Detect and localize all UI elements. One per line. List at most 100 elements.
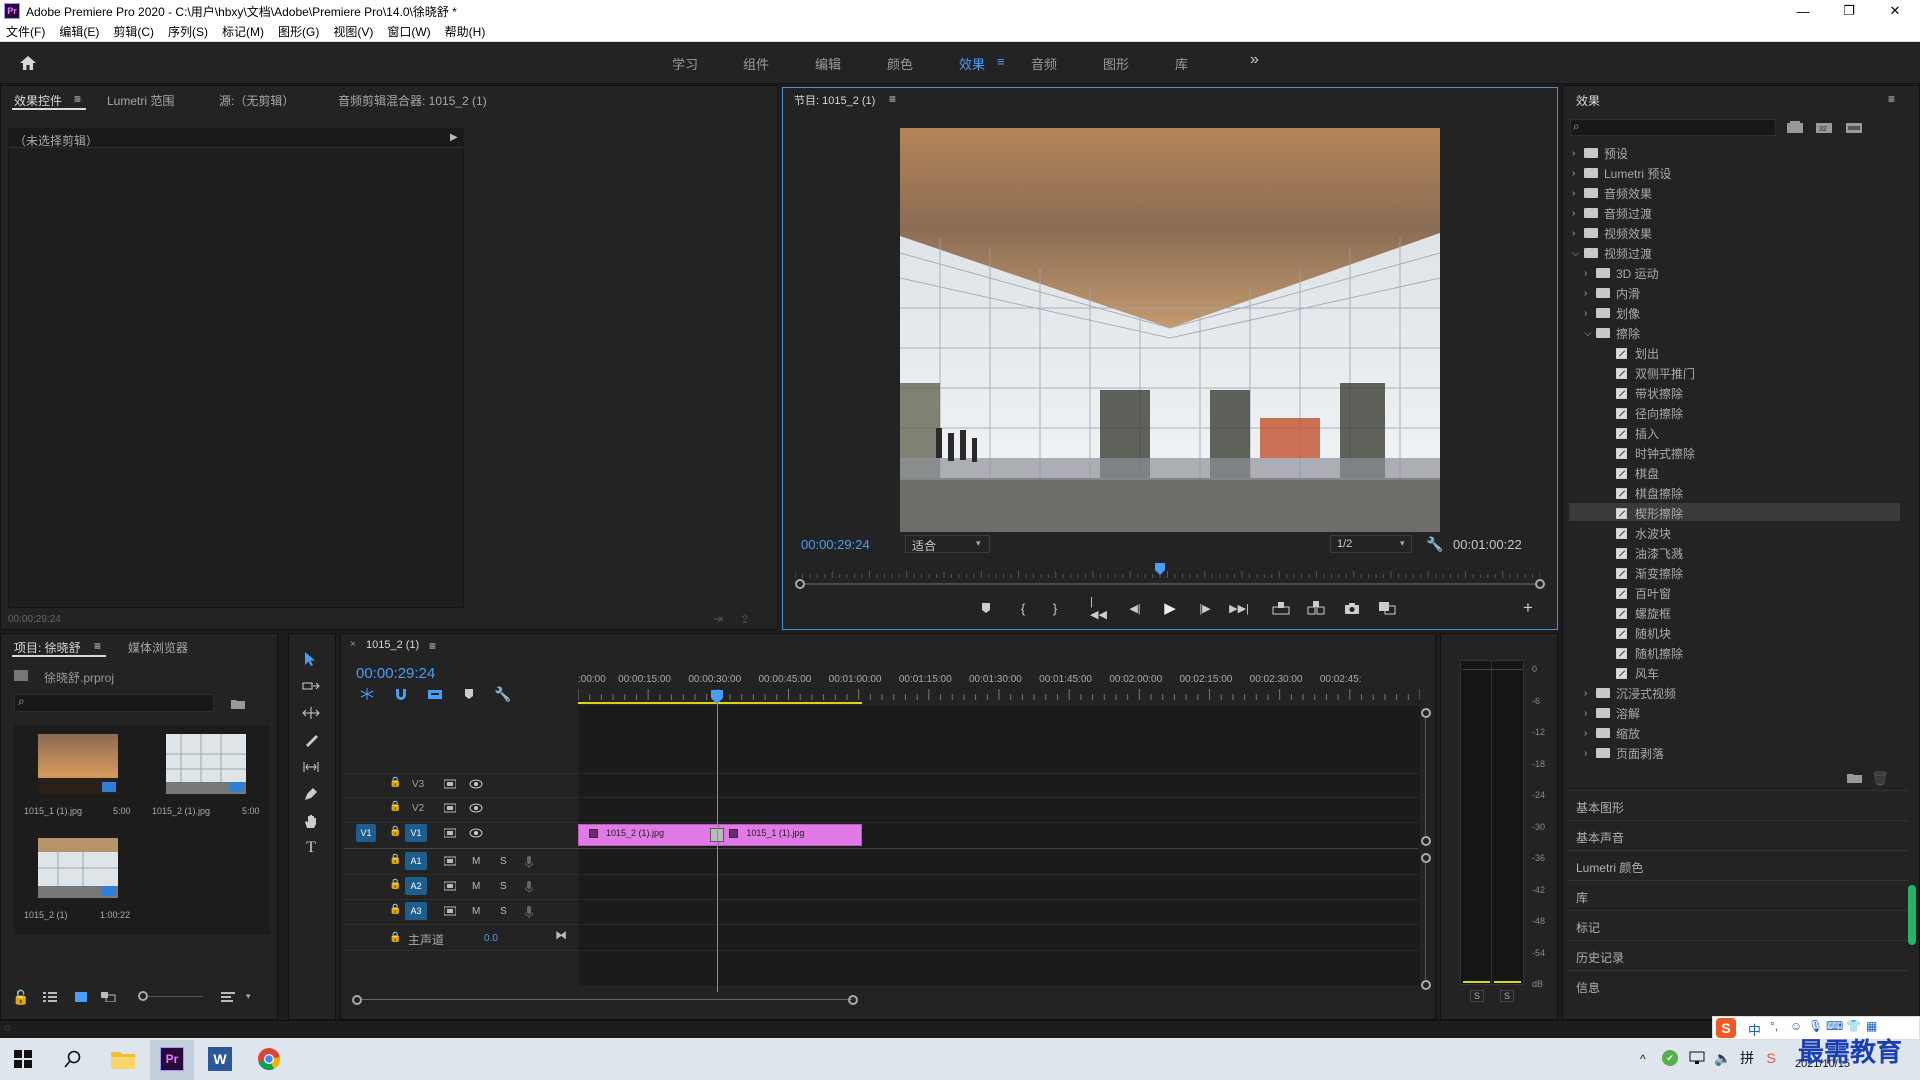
- zoom-slider-handle[interactable]: [138, 991, 148, 1001]
- workspace-tab-graphics[interactable]: 图形: [1103, 54, 1129, 73]
- effect-item[interactable]: 棋盘擦除: [1596, 483, 1683, 503]
- workspace-tab-editing[interactable]: 编辑: [815, 54, 841, 73]
- effect-folder[interactable]: › 视频效果: [1572, 223, 1652, 243]
- button-editor-plus-icon[interactable]: +: [1520, 598, 1536, 617]
- filter-icon[interactable]: ⇥: [713, 612, 723, 626]
- file-explorer-icon[interactable]: [110, 1046, 136, 1072]
- menu-help[interactable]: 帮助(H): [445, 23, 486, 40]
- horizontal-zoom-handle-right[interactable]: [848, 995, 858, 1005]
- chevron-down-icon[interactable]: ⌵: [1584, 328, 1596, 339]
- panel-libraries[interactable]: 库: [1576, 889, 1588, 906]
- mark-in-icon[interactable]: {: [1017, 600, 1029, 616]
- mute-button[interactable]: M: [472, 881, 480, 892]
- audio-zoom-handle-bottom[interactable]: [1421, 980, 1431, 990]
- insert-nest-icon[interactable]: [358, 686, 376, 702]
- selection-tool-icon[interactable]: [296, 648, 326, 670]
- mute-button[interactable]: M: [472, 856, 480, 867]
- chevron-right-icon[interactable]: ›: [1584, 748, 1596, 759]
- program-playhead[interactable]: [1155, 563, 1166, 575]
- lock-icon[interactable]: 🔒: [389, 904, 401, 915]
- panel-lumetri-color[interactable]: Lumetri 颜色: [1576, 859, 1643, 876]
- track-target-a3[interactable]: A3: [405, 902, 427, 920]
- effect-item[interactable]: 油漆飞溅: [1596, 543, 1683, 563]
- go-to-out-icon[interactable]: ▶▶|: [1229, 600, 1249, 616]
- effect-folder[interactable]: › 3D 运动: [1584, 263, 1659, 283]
- lock-icon[interactable]: 🔒: [389, 801, 401, 812]
- expand-arrow-icon[interactable]: ▶: [450, 132, 458, 143]
- effect-item[interactable]: 风车: [1596, 663, 1659, 683]
- menu-file[interactable]: 文件(F): [6, 23, 45, 40]
- workspace-tab-effects[interactable]: 效果: [959, 54, 985, 73]
- chevron-right-icon[interactable]: ›: [1572, 228, 1584, 239]
- master-volume-value[interactable]: 0.0: [484, 933, 498, 944]
- toggle-sync-lock-icon[interactable]: [442, 880, 458, 892]
- chevron-right-icon[interactable]: ›: [1572, 148, 1584, 159]
- slip-tool-icon[interactable]: [296, 756, 326, 778]
- effect-folder[interactable]: › 内滑: [1584, 283, 1640, 303]
- premiere-taskbar-icon[interactable]: Pr: [160, 1047, 184, 1071]
- program-timecode[interactable]: 00:00:29:24: [801, 537, 870, 552]
- effect-folder[interactable]: › 预设: [1572, 143, 1628, 163]
- chevron-right-icon[interactable]: ›: [1584, 708, 1596, 719]
- export-frame-camera-icon[interactable]: [1344, 600, 1360, 616]
- chevron-right-icon[interactable]: ›: [1584, 288, 1596, 299]
- sequence-thumbnail[interactable]: [38, 838, 118, 898]
- effect-item[interactable]: 划出: [1596, 343, 1659, 363]
- trash-icon[interactable]: 🗑: [1871, 770, 1889, 786]
- timeline-timecode[interactable]: 00:00:29:24: [356, 665, 435, 682]
- effect-item[interactable]: 随机块: [1596, 623, 1671, 643]
- timeline-clip[interactable]: 1015_2 (1).jpg: [578, 824, 719, 846]
- eye-icon[interactable]: [468, 827, 484, 839]
- chevron-right-icon[interactable]: ›: [1584, 268, 1596, 279]
- effect-folder[interactable]: › 页面剥落: [1584, 743, 1664, 763]
- horizontal-scroll-track[interactable]: [362, 999, 852, 1000]
- taskbar-search-icon[interactable]: [62, 1048, 84, 1070]
- ime-emoji-icon[interactable]: ☺: [1790, 1019, 1802, 1033]
- close-tab-icon[interactable]: ×: [350, 639, 356, 650]
- effect-folder[interactable]: ⌵ 擦除: [1584, 323, 1640, 343]
- clip-thumbnail-sunset[interactable]: [38, 734, 118, 794]
- vertical-zoom-handle-mid[interactable]: [1421, 836, 1431, 846]
- ime-keyboard-icon[interactable]: ⌨: [1826, 1019, 1843, 1033]
- ime-punctuation-icon[interactable]: °,: [1770, 1019, 1778, 1033]
- solo-left-button[interactable]: S: [1470, 990, 1485, 1002]
- effect-item[interactable]: 螺旋框: [1596, 603, 1671, 623]
- razor-tool-icon[interactable]: [296, 729, 326, 751]
- chevron-right-icon[interactable]: ›: [1584, 728, 1596, 739]
- solo-button[interactable]: S: [500, 856, 507, 867]
- tab-lumetri-scopes[interactable]: Lumetri 范围: [107, 92, 174, 109]
- volume-icon[interactable]: 🔈: [1714, 1050, 1732, 1066]
- new-bin-icon[interactable]: [1846, 770, 1864, 786]
- toggle-sync-lock-icon[interactable]: [442, 855, 458, 867]
- timeline-playhead[interactable]: [711, 690, 724, 704]
- chevron-right-icon[interactable]: ›: [1584, 308, 1596, 319]
- sogou-ime-icon[interactable]: S: [1716, 1018, 1736, 1038]
- effect-item[interactable]: 径向擦除: [1596, 403, 1683, 423]
- chrome-taskbar-icon[interactable]: [257, 1047, 281, 1071]
- sogou-tray-icon[interactable]: S: [1762, 1050, 1780, 1066]
- microphone-icon[interactable]: [522, 855, 536, 869]
- lift-icon[interactable]: [1272, 600, 1290, 616]
- ime-voice-icon[interactable]: 🎙: [1808, 1019, 1823, 1033]
- chevron-down-icon[interactable]: ▾: [246, 991, 251, 1002]
- effect-item[interactable]: 时钟式擦除: [1596, 443, 1695, 463]
- go-to-master-end-icon[interactable]: ⧓: [555, 928, 567, 942]
- eye-icon[interactable]: [468, 802, 484, 814]
- effect-item[interactable]: 渐变擦除: [1596, 563, 1683, 583]
- effect-item[interactable]: 插入: [1596, 423, 1659, 443]
- windows-start-icon[interactable]: [12, 1048, 34, 1070]
- effect-item[interactable]: 水波块: [1596, 523, 1671, 543]
- icon-view-icon[interactable]: [74, 990, 88, 1004]
- network-icon[interactable]: [1688, 1050, 1706, 1066]
- panel-history[interactable]: 历史记录: [1576, 949, 1624, 966]
- panel-essential-sound[interactable]: 基本声音: [1576, 829, 1624, 846]
- audio-scroll-track[interactable]: [1425, 863, 1426, 981]
- panel-menu-icon[interactable]: ≡: [74, 92, 81, 106]
- toggle-sync-lock-icon[interactable]: [442, 827, 458, 839]
- horizontal-zoom-handle-left[interactable]: [352, 995, 362, 1005]
- zoom-handle-right[interactable]: [1535, 579, 1545, 589]
- lock-icon[interactable]: 🔒: [389, 854, 401, 865]
- export-icon[interactable]: ⇪: [740, 612, 750, 626]
- effect-item[interactable]: 棋盘: [1596, 463, 1659, 483]
- 32-bit-effects-icon[interactable]: 32: [1815, 119, 1833, 135]
